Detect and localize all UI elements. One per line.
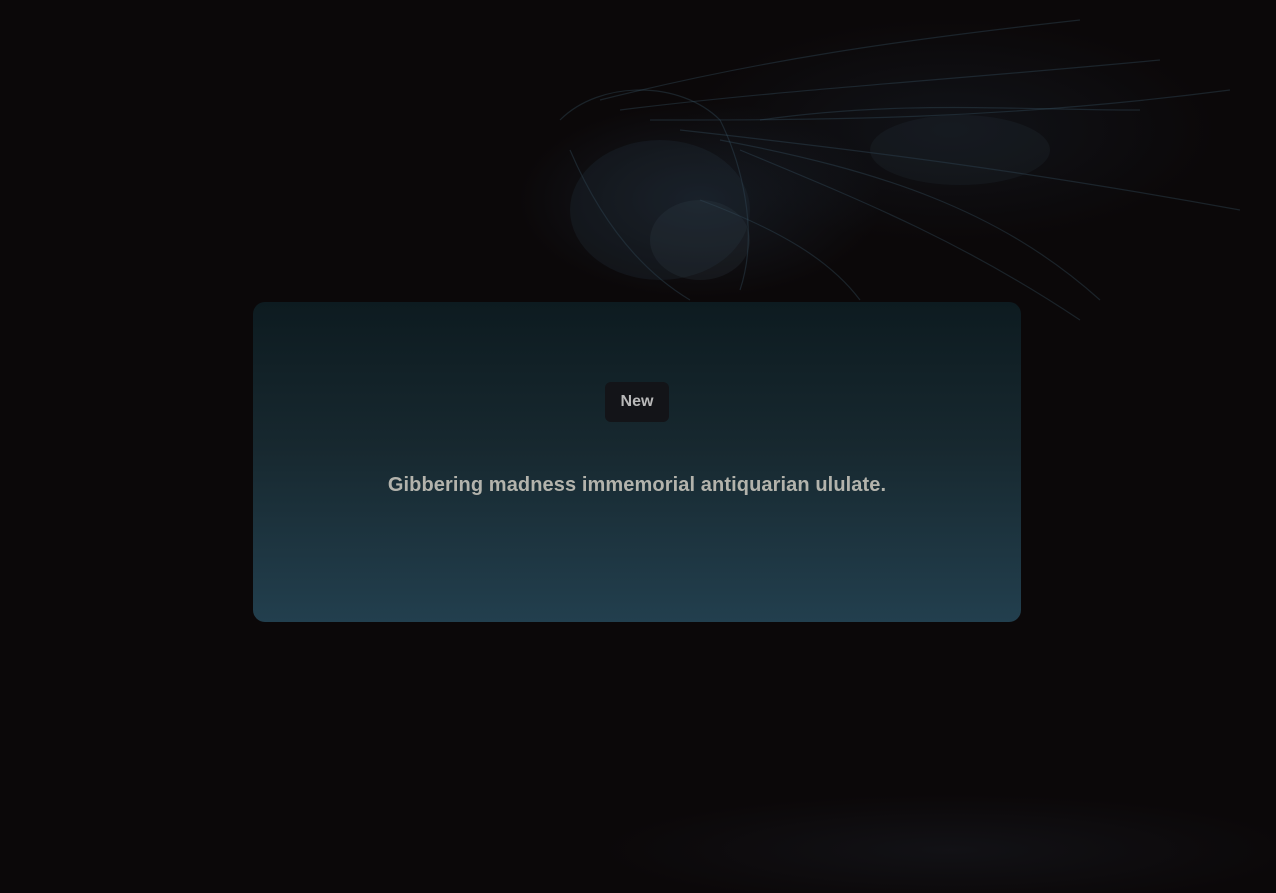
- card-message: Gibbering madness immemorial antiquarian…: [387, 474, 887, 496]
- message-card: New Gibbering madness immemorial antiqua…: [253, 302, 1021, 622]
- new-button[interactable]: New: [604, 382, 670, 422]
